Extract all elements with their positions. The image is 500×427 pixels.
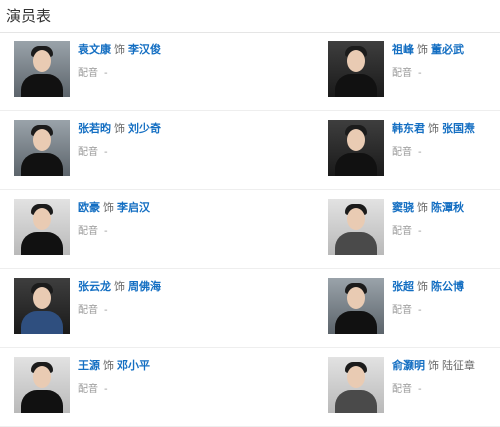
cast-info: 韩东君饰张国焘 配音 - [392,122,500,158]
role-name-link[interactable]: 李启汉 [117,201,150,214]
dub-value: - [418,147,422,158]
connector-text: 饰 [417,280,428,293]
connector-text: 饰 [428,122,439,135]
role-name-link[interactable]: 董必武 [431,43,464,56]
cast-info: 祖峰饰董必武 配音 - [392,43,500,79]
dub-label: 配音 [392,147,412,158]
dub-value: - [104,226,108,237]
actor-photo[interactable] [328,120,384,176]
cast-card[interactable]: 张云龙饰周佛海 配音 - [14,278,184,334]
actor-name-link[interactable]: 韩东君 [392,122,425,135]
dub-label: 配音 [78,68,98,79]
actor-name-link[interactable]: 俞灏明 [392,359,425,372]
actor-photo[interactable] [14,278,70,334]
cast-card[interactable]: 袁文康饰李汉俊 配音 - [14,41,184,97]
cast-card[interactable]: 张若昀饰刘少奇 配音 - [14,120,184,176]
cast-row: 张云龙饰周佛海 配音 - 张超饰陈公博 配音 - [0,269,500,348]
actor-photo[interactable] [328,278,384,334]
actor-photo[interactable] [14,120,70,176]
cast-card[interactable]: 张超饰陈公博 配音 - [328,278,498,334]
cast-card[interactable]: 王源饰邓小平 配音 - [14,357,184,413]
dub-label: 配音 [392,305,412,316]
connector-text: 饰 [114,280,125,293]
actor-name-link[interactable]: 王源 [78,359,100,372]
dub-label: 配音 [78,305,98,316]
actor-photo[interactable] [14,41,70,97]
cast-card[interactable]: 窦骁饰陈潭秋 配音 - [328,199,498,255]
connector-text: 饰 [114,122,125,135]
role-name-link[interactable]: 邓小平 [117,359,150,372]
connector-text: 饰 [114,43,125,56]
connector-text: 饰 [428,359,439,372]
role-name-link[interactable]: 李汉俊 [128,43,161,56]
cast-info: 袁文康饰李汉俊 配音 - [78,43,188,79]
role-name-link[interactable]: 刘少奇 [128,122,161,135]
dub-label: 配音 [392,384,412,395]
cast-grid: 袁文康饰李汉俊 配音 - 祖峰饰董必武 配音 - 张若昀 饰 刘少奇 配音 - … [0,32,500,427]
cast-info: 张若昀饰刘少奇 配音 - [78,122,188,158]
connector-text: 饰 [103,201,114,214]
role-name: 陆征章 [442,359,475,372]
connector-text: 饰 [417,201,428,214]
connector-text: 饰 [417,43,428,56]
role-name-link[interactable]: 周佛海 [128,280,161,293]
actor-photo[interactable] [14,357,70,413]
role-name-link[interactable]: 陈潭秋 [431,201,464,214]
role-name-link[interactable]: 张国焘 [442,122,475,135]
section-title: 演员表 [6,7,52,25]
actor-photo[interactable] [328,357,384,413]
cast-info: 窦骁饰陈潭秋 配音 - [392,201,500,237]
cast-info: 张超饰陈公博 配音 - [392,280,500,316]
actor-name-link[interactable]: 欧豪 [78,201,100,214]
actor-photo[interactable] [328,41,384,97]
cast-info: 张云龙饰周佛海 配音 - [78,280,188,316]
actor-name-link[interactable]: 张超 [392,280,414,293]
dub-label: 配音 [78,147,98,158]
actor-photo[interactable] [14,199,70,255]
actor-name-link[interactable]: 张云龙 [78,280,111,293]
cast-row: 袁文康饰李汉俊 配音 - 祖峰饰董必武 配音 - [0,32,500,111]
actor-name-link[interactable]: 袁文康 [78,43,111,56]
cast-section-header: 演员表 [0,0,500,33]
cast-info: 王源饰邓小平 配音 - [78,359,188,395]
cast-row: 欧豪饰李启汉 配音 - 窦骁饰陈潭秋 配音 - [0,190,500,269]
dub-label: 配音 [78,384,98,395]
cast-card[interactable]: 韩东君饰张国焘 配音 - [328,120,498,176]
dub-label: 配音 [392,226,412,237]
actor-photo[interactable] [328,199,384,255]
cast-card[interactable]: 俞灏明饰陆征章 配音 - [328,357,498,413]
cast-card[interactable]: 祖峰饰董必武 配音 - [328,41,498,97]
dub-value: - [104,384,108,395]
dub-value: - [104,147,108,158]
dub-value: - [104,68,108,79]
dub-label: 配音 [78,226,98,237]
cast-info: 俞灏明饰陆征章 配音 - [392,359,500,395]
actor-name-link[interactable]: 张若昀 [78,122,111,135]
role-name-link[interactable]: 陈公博 [431,280,464,293]
dub-value: - [418,68,422,79]
dub-value: - [104,305,108,316]
dub-label: 配音 [392,68,412,79]
dub-value: - [418,305,422,316]
cast-row: 王源饰邓小平 配音 - 俞灏明饰陆征章 配音 - [0,348,500,427]
dub-value: - [418,226,422,237]
cast-row: 张若昀饰刘少奇 配音 - 韩东君饰张国焘 配音 - [0,111,500,190]
actor-name-link[interactable]: 祖峰 [392,43,414,56]
actor-name-link[interactable]: 窦骁 [392,201,414,214]
cast-card[interactable]: 欧豪饰李启汉 配音 - [14,199,184,255]
cast-info: 欧豪饰李启汉 配音 - [78,201,188,237]
dub-value: - [418,384,422,395]
connector-text: 饰 [103,359,114,372]
